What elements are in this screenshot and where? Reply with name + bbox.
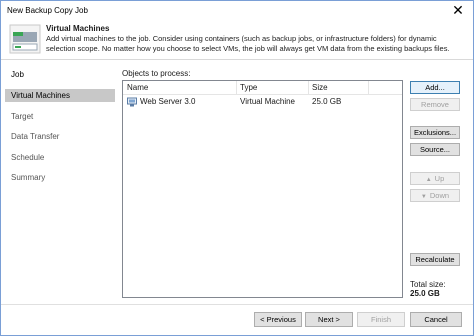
- finish-button[interactable]: Finish: [357, 312, 405, 327]
- sidebar-item-data-transfer[interactable]: Data Transfer: [5, 130, 115, 143]
- page-description: Add virtual machines to the job. Conside…: [46, 34, 450, 53]
- list-header: Name Type Size: [123, 81, 402, 95]
- down-button[interactable]: ▼ Down: [410, 189, 460, 202]
- footer-divider: [1, 304, 473, 305]
- recalculate-button[interactable]: Recalculate: [410, 253, 460, 266]
- column-header-type[interactable]: Type: [236, 81, 308, 95]
- sidebar-item-summary[interactable]: Summary: [5, 171, 115, 184]
- row-name: Web Server 3.0: [140, 97, 196, 106]
- up-button[interactable]: ▲ Up: [410, 172, 460, 185]
- objects-label: Objects to process:: [122, 69, 191, 78]
- down-label: Down: [429, 191, 450, 200]
- wizard-steps: Job Virtual Machines Target Data Transfe…: [5, 65, 115, 297]
- cancel-button[interactable]: Cancel: [410, 312, 462, 327]
- sidebar-item-job[interactable]: Job: [5, 68, 115, 81]
- page-title: Virtual Machines: [46, 24, 110, 33]
- up-label: Up: [434, 174, 445, 183]
- table-row[interactable]: Web Server 3.0 Virtual Machine 25.0 GB: [123, 96, 402, 108]
- objects-list[interactable]: Name Type Size Web Server 3.0 Virtual Ma…: [122, 80, 403, 298]
- sidebar-item-virtual-machines[interactable]: Virtual Machines: [5, 89, 115, 102]
- column-divider[interactable]: [368, 81, 369, 95]
- row-size: 25.0 GB: [312, 97, 342, 106]
- row-type: Virtual Machine: [240, 97, 295, 106]
- arrow-down-icon: ▼: [420, 194, 427, 200]
- column-header-size[interactable]: Size: [308, 81, 368, 95]
- header-divider: [1, 59, 473, 60]
- title-bar: New Backup Copy Job ✕: [1, 1, 473, 21]
- previous-button[interactable]: < Previous: [254, 312, 302, 327]
- vm-group-icon: [9, 24, 41, 54]
- next-button[interactable]: Next >: [305, 312, 353, 327]
- arrow-up-icon: ▲: [425, 177, 432, 183]
- remove-button[interactable]: Remove: [410, 98, 460, 111]
- total-size-value: 25.0 GB: [410, 289, 440, 298]
- dialog-window: New Backup Copy Job ✕ Virtual Machines A…: [0, 0, 474, 336]
- sidebar-item-target[interactable]: Target: [5, 110, 115, 123]
- total-size-label: Total size:: [410, 280, 446, 289]
- page-header: Virtual Machines Add virtual machines to…: [1, 21, 473, 57]
- add-button[interactable]: Add...: [410, 81, 460, 94]
- window-title: New Backup Copy Job: [7, 6, 88, 15]
- vm-icon: [127, 97, 137, 107]
- column-header-name[interactable]: Name: [123, 81, 236, 95]
- source-button[interactable]: Source...: [410, 143, 460, 156]
- exclusions-button[interactable]: Exclusions...: [410, 126, 460, 139]
- sidebar-item-schedule[interactable]: Schedule: [5, 151, 115, 164]
- close-icon[interactable]: ✕: [449, 2, 467, 18]
